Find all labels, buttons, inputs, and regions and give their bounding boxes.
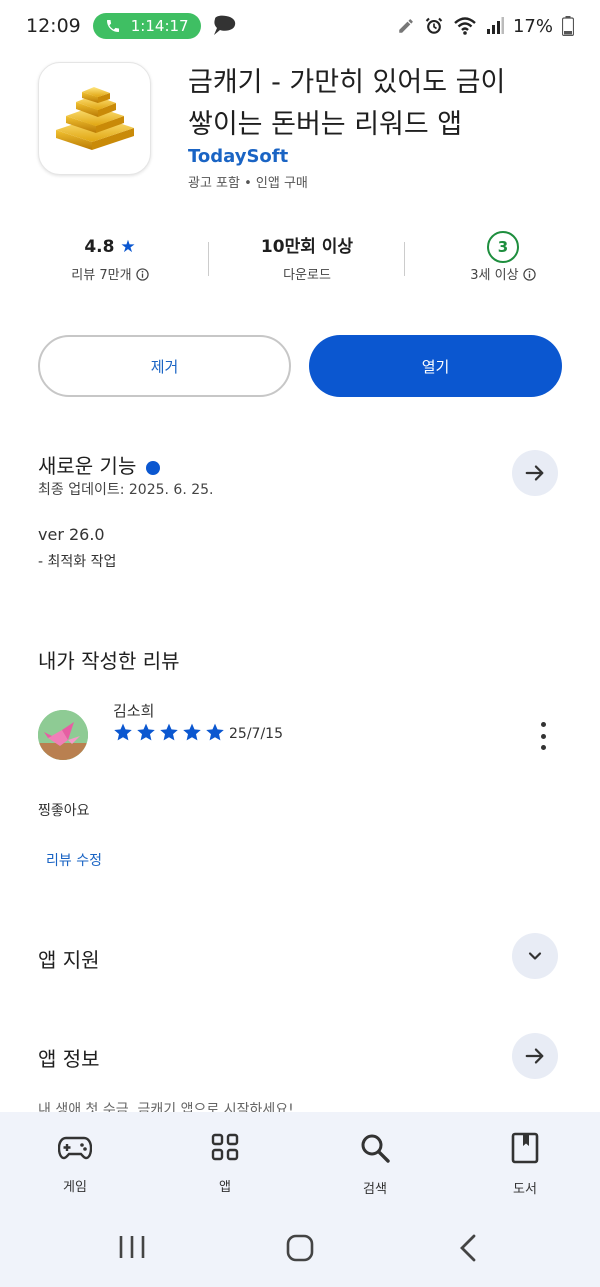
review-text: 찡좋아요 (38, 803, 90, 819)
gold-bars-icon (55, 86, 134, 150)
back-icon[interactable] (458, 1234, 478, 1262)
ads-in-app-purchases-label: 광고 포함 • 인앱 구매 (188, 176, 308, 191)
rating-value: 4.8 (84, 237, 115, 257)
alarm-icon (425, 17, 443, 34)
origami-crane-icon (38, 710, 88, 760)
app-stats-row: 4.8 ★ 리뷰 7만개 10만회 이상 다운로드 3 3세 이상 (0, 230, 600, 290)
open-button[interactable]: 열기 (309, 335, 562, 397)
star-icon (137, 723, 155, 741)
uninstall-button[interactable]: 제거 (38, 335, 291, 397)
star-icon (183, 723, 201, 741)
review-stars (113, 722, 225, 742)
avatar (38, 710, 88, 760)
my-review-title: 내가 작성한 리뷰 (38, 649, 180, 673)
downloads-stat: 10만회 이상 다운로드 (222, 230, 392, 283)
status-bar: 12:09 1:14:17 17% (0, 0, 600, 52)
search-icon (361, 1134, 390, 1163)
gamepad-icon (57, 1136, 93, 1160)
age-rating-stat[interactable]: 3 3세 이상 (418, 230, 588, 283)
app-support-title: 앱 지원 (38, 948, 100, 972)
chat-bubble-icon (213, 15, 235, 35)
app-title-line1: 금캐기 - 가만히 있어도 금이 (188, 67, 506, 98)
system-navigation-bar (0, 1214, 600, 1287)
whats-new-title: 새로운 기능 (38, 450, 161, 479)
wifi-icon (454, 17, 476, 35)
nav-games-label: 게임 (63, 1180, 87, 1195)
status-icons: 17% (397, 16, 574, 37)
signal-icon (486, 17, 504, 34)
reviewer-name: 김소희 (113, 702, 155, 720)
chevron-down-icon (528, 952, 542, 960)
battery-icon (562, 16, 574, 36)
nav-apps[interactable]: 앱 (175, 1132, 275, 1195)
nav-games[interactable]: 게임 (25, 1132, 125, 1195)
developer-link[interactable]: TodaySoft (188, 146, 288, 167)
age-rating-label: 3세 이상 (470, 268, 519, 283)
whats-new-arrow-button[interactable] (512, 450, 558, 496)
call-indicator[interactable]: 1:14:17 (92, 13, 201, 39)
more-options-icon[interactable] (530, 720, 556, 752)
age-rating-badge: 3 (487, 231, 519, 263)
nav-search[interactable]: 검색 (325, 1132, 425, 1197)
home-icon[interactable] (286, 1234, 314, 1262)
nav-apps-label: 앱 (219, 1180, 231, 1195)
edit-review-link[interactable]: 리뷰 수정 (46, 850, 102, 870)
review-count: 리뷰 7만개 (71, 268, 132, 283)
app-info-title: 앱 정보 (38, 1047, 100, 1071)
star-icon (160, 723, 178, 741)
nav-search-label: 검색 (363, 1182, 387, 1197)
stats-divider (404, 242, 405, 276)
info-icon (136, 268, 149, 281)
nav-books[interactable]: 도서 (475, 1132, 575, 1197)
review-date: 25/7/15 (229, 726, 283, 742)
star-icon (114, 723, 132, 741)
app-info-arrow-button[interactable] (512, 1033, 558, 1079)
whats-new-title-text: 새로운 기능 (38, 454, 137, 478)
recent-apps-icon[interactable] (118, 1234, 146, 1260)
rating-stat[interactable]: 4.8 ★ 리뷰 7만개 (25, 230, 195, 283)
star-icon (206, 723, 224, 741)
app-support-expand-button[interactable] (512, 933, 558, 979)
battery-percent: 17% (512, 15, 553, 37)
nav-books-label: 도서 (513, 1182, 537, 1197)
new-indicator-dot (146, 460, 161, 475)
phone-icon (106, 20, 119, 32)
book-icon (511, 1132, 539, 1164)
arrow-right-icon (525, 1048, 544, 1064)
downloads-value: 10만회 이상 (260, 237, 354, 257)
app-title-line2: 쌓이는 돈버는 리워드 앱 (188, 109, 463, 140)
downloads-label: 다운로드 (283, 268, 331, 283)
pencil-icon (399, 19, 413, 33)
last-updated: 최종 업데이트: 2025. 6. 25. (38, 482, 214, 498)
version-text: ver 26.0 (38, 525, 105, 544)
app-title: 금캐기 - 가만히 있어도 금이 쌓이는 돈버는 리워드 앱 (188, 62, 578, 146)
info-icon (523, 268, 536, 281)
apps-grid-icon (211, 1133, 239, 1161)
update-note: - 최적화 작업 (38, 554, 117, 570)
stats-divider (208, 242, 209, 276)
app-icon (38, 62, 151, 175)
star-icon: ★ (120, 237, 136, 257)
arrow-right-icon (525, 465, 544, 481)
call-duration: 1:14:17 (130, 17, 189, 35)
status-time: 12:09 (26, 15, 81, 37)
